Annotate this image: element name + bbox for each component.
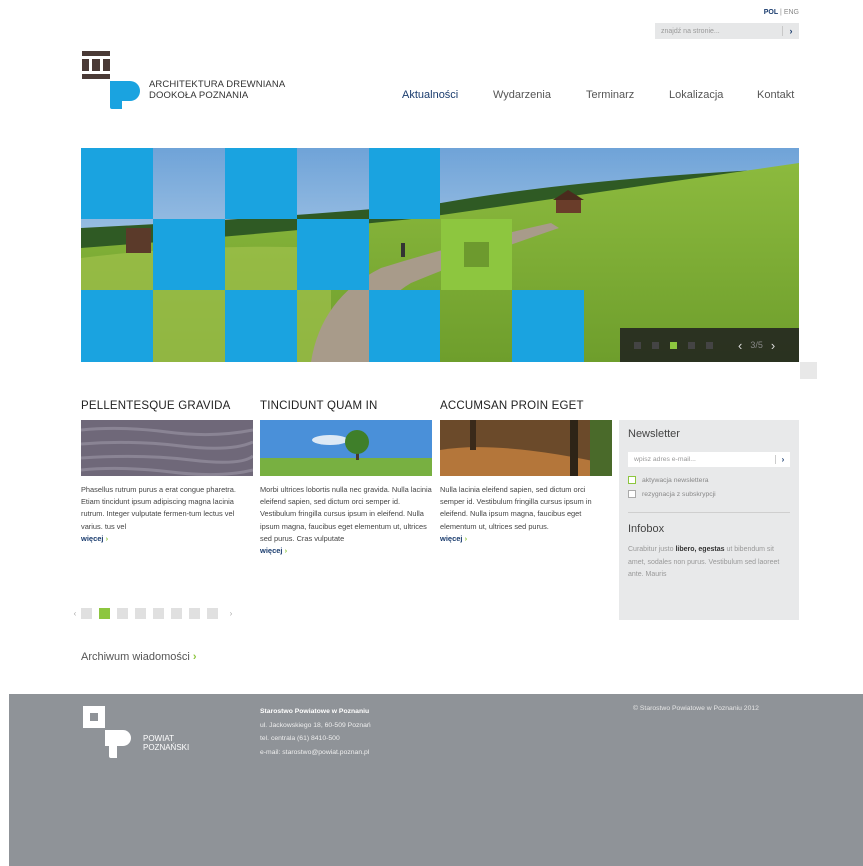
read-more-link[interactable]: więcej ›	[81, 534, 253, 543]
news-title[interactable]: TINCIDUNT QUAM IN	[260, 400, 432, 413]
footer-phone: tel. centrala (61) 8410-500	[260, 735, 340, 742]
option-activate[interactable]: aktywacja newslettera	[628, 476, 790, 484]
nav-aktualnosci[interactable]: Aktualności	[402, 89, 458, 101]
option-resign[interactable]: rezygnacja z subskrypcji	[628, 490, 790, 498]
footer-org: Starostwo Powiatowe w Poznaniu	[260, 708, 370, 715]
newsletter-submit-button[interactable]: ›	[776, 455, 790, 464]
chevron-right-icon: ›	[192, 651, 197, 663]
footer-copyright: © Starostwo Powiatowe w Poznaniu 2012	[633, 705, 759, 712]
info-text-start: Curabitur justo	[628, 546, 676, 553]
site-footer: POWIAT POZNAŃSKI Starostwo Powiatowe w P…	[9, 694, 863, 866]
footer-brand-line-1: POWIAT	[143, 734, 174, 743]
slider-dot[interactable]	[688, 341, 695, 349]
news-title[interactable]: PELLENTESQUE GRAVIDA	[81, 400, 253, 413]
option-resign-label: rezygnacja z subskrypcji	[642, 490, 716, 498]
slider-prev-icon[interactable]: ‹	[738, 338, 742, 353]
search-input[interactable]: znajdź na stronie...	[655, 28, 782, 35]
slider-dot[interactable]	[634, 341, 641, 349]
nav-terminarz[interactable]: Terminarz	[586, 89, 634, 101]
footer-brand: POWIAT POZNAŃSKI	[143, 734, 189, 752]
nav-kontakt[interactable]: Kontakt	[757, 89, 794, 101]
news-image[interactable]	[81, 420, 253, 476]
news-item: PELLENTESQUE GRAVIDA Phasellus rutrum pu…	[81, 400, 253, 543]
news-pager: ‹ ›	[69, 608, 237, 619]
news-item: TINCIDUNT QUAM IN Morbi ultrices loborti…	[260, 400, 432, 555]
sidebar-panel: Newsletter wpisz adres e-mail... › aktyw…	[619, 420, 799, 620]
archive-label: Archiwum wiadomości	[81, 651, 190, 663]
pager-page[interactable]	[117, 608, 128, 619]
nav-wydarzenia[interactable]: Wydarzenia	[493, 89, 551, 101]
checkbox-activate[interactable]	[628, 476, 636, 484]
newsletter-email-field[interactable]: wpisz adres e-mail... ›	[628, 452, 790, 467]
info-text-bold: libero, egestas	[675, 546, 725, 553]
brand-line-2: DOOKOŁA POZNANIA	[149, 89, 249, 101]
archive-link[interactable]: Archiwum wiadomości ›	[81, 651, 197, 663]
pager-next-icon[interactable]: ›	[225, 609, 237, 618]
pager-page[interactable]	[135, 608, 146, 619]
brand-line-1: ARCHITEKTURA DREWNIANA	[149, 79, 286, 90]
pager-page[interactable]	[207, 608, 218, 619]
footer-logo[interactable]	[83, 706, 131, 758]
news-image[interactable]	[440, 420, 612, 476]
pager-page[interactable]	[153, 608, 164, 619]
chevron-right-icon: ›	[284, 546, 288, 556]
sidebar-divider	[628, 512, 790, 513]
read-more-label: więcej	[440, 533, 463, 543]
lang-separator: |	[780, 9, 782, 16]
news-image[interactable]	[260, 420, 432, 476]
news-body: Morbi ultrices lobortis nulla nec gravid…	[260, 485, 432, 543]
slider-counter: 3/5	[750, 340, 763, 350]
footer-brand-line-2: POZNAŃSKI	[143, 743, 190, 752]
slider-controls: ‹ 3/5 ›	[620, 328, 799, 362]
news-body: Phasellus rutrum purus a erat congue pha…	[81, 485, 236, 531]
chevron-right-icon: ›	[464, 533, 468, 543]
corner-decoration	[800, 362, 817, 379]
slider-dot[interactable]	[706, 341, 713, 349]
nav-lokalizacja[interactable]: Lokalizacja	[669, 89, 723, 101]
slider-next-icon[interactable]: ›	[771, 338, 775, 353]
read-more-link[interactable]: więcej ›	[440, 534, 612, 543]
site-search[interactable]: znajdź na stronie... ›	[655, 23, 799, 39]
news-title[interactable]: ACCUMSAN PROIN EGET	[440, 400, 612, 413]
pager-page[interactable]	[189, 608, 200, 619]
language-switch: POL | ENG	[764, 9, 799, 16]
footer-email[interactable]: e-mail: starostwo@powiat.poznan.pl	[260, 746, 371, 760]
site-brand-name: ARCHITEKTURA DREWNIANA DOOKOŁA POZNANIA	[149, 79, 286, 101]
footer-street: ul. Jackowskiego 18, 60-509 Poznań	[260, 721, 371, 729]
footer-address: Starostwo Powiatowe w Poznaniu ul. Jacko…	[260, 705, 371, 759]
news-body: Nulla lacinia eleifend sapien, sed dictu…	[440, 485, 592, 531]
news-item: ACCUMSAN PROIN EGET Nulla lacinia eleife…	[440, 400, 612, 543]
lang-pol[interactable]: POL	[764, 9, 778, 16]
infobox-text: Curabitur justo libero, egestas ut biben…	[628, 544, 790, 582]
slider-dot[interactable]	[652, 341, 659, 349]
pager-page-active[interactable]	[99, 608, 110, 619]
pager-page[interactable]	[81, 608, 92, 619]
infobox-title: Infobox	[628, 523, 665, 535]
option-activate-label: aktywacja newslettera	[642, 476, 709, 484]
read-more-label: więcej	[260, 546, 283, 556]
search-button[interactable]: ›	[783, 26, 799, 36]
slider-dot-active[interactable]	[670, 341, 677, 349]
read-more-link[interactable]: więcej ›	[260, 546, 432, 555]
chevron-right-icon: ›	[105, 533, 109, 543]
site-logo[interactable]	[82, 51, 140, 109]
checkbox-resign[interactable]	[628, 490, 636, 498]
email-input[interactable]: wpisz adres e-mail...	[634, 456, 775, 463]
lang-eng[interactable]: ENG	[784, 9, 799, 16]
pager-page[interactable]	[171, 608, 182, 619]
pager-prev-icon[interactable]: ‹	[69, 609, 81, 618]
newsletter-title: Newsletter	[628, 428, 680, 440]
read-more-label: więcej	[81, 533, 104, 543]
